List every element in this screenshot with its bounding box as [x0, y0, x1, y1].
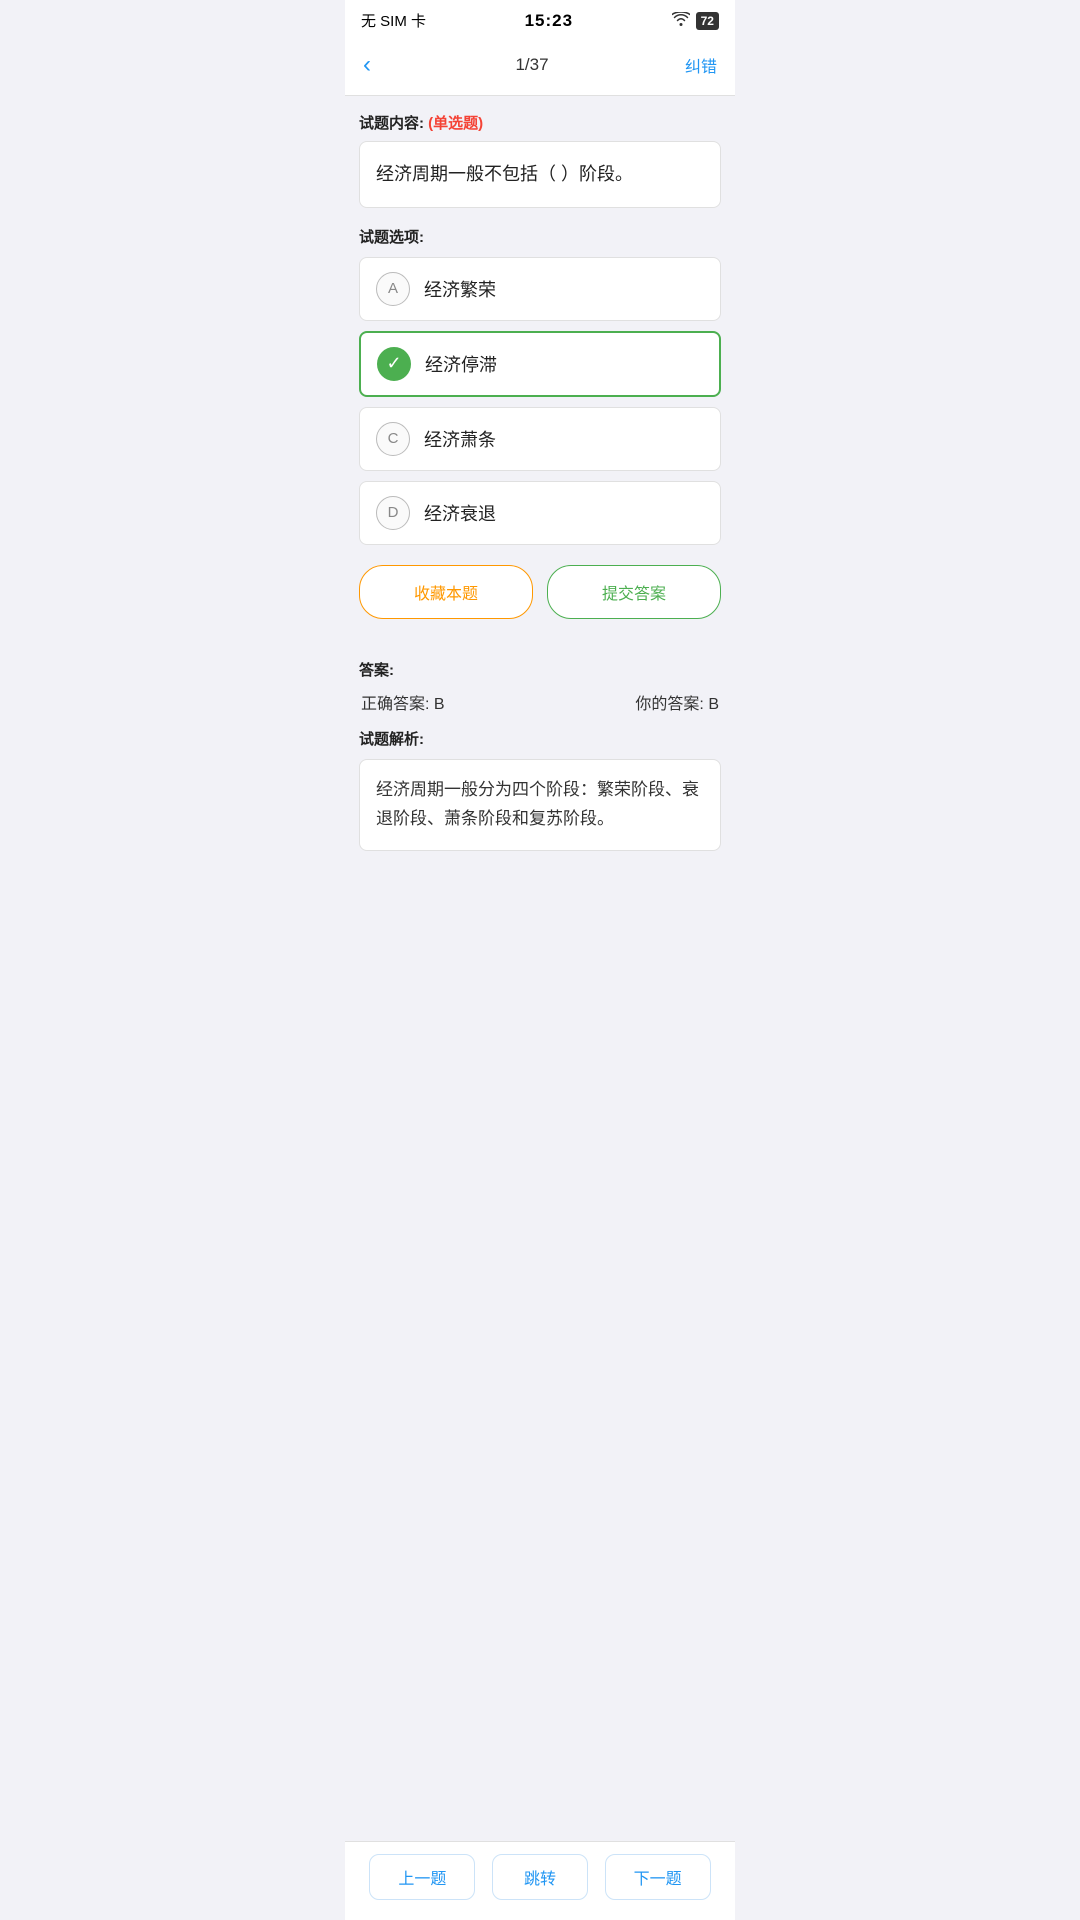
- prev-question-button[interactable]: 上一题: [369, 1854, 475, 1900]
- answer-row: 正确答案: B 你的答案: B: [359, 690, 721, 714]
- your-answer: 你的答案: B: [635, 690, 719, 714]
- answer-label: 答案:: [359, 659, 721, 680]
- status-bar: 无 SIM 卡 15:23 72: [345, 0, 735, 37]
- options-section-label: 试题选项:: [359, 226, 721, 247]
- action-buttons: 收藏本题 提交答案: [359, 565, 721, 619]
- nav-bar: ‹ 1/37 纠错: [345, 37, 735, 96]
- status-right: 72: [672, 12, 719, 30]
- option-a[interactable]: A 经济繁荣: [359, 257, 721, 321]
- option-c[interactable]: C 经济萧条: [359, 407, 721, 471]
- correct-answer: 正确答案: B: [361, 690, 445, 714]
- answer-section: 答案: 正确答案: B 你的答案: B: [359, 645, 721, 714]
- collect-button[interactable]: 收藏本题: [359, 565, 533, 619]
- jump-button[interactable]: 跳转: [492, 1854, 588, 1900]
- submit-button[interactable]: 提交答案: [547, 565, 721, 619]
- back-button[interactable]: ‹: [363, 49, 379, 81]
- option-b[interactable]: ✓ 经济停滞: [359, 331, 721, 397]
- divider: [345, 637, 735, 645]
- battery-indicator: 72: [696, 12, 719, 30]
- option-d-text: 经济衰退: [424, 500, 496, 526]
- option-d-circle: D: [376, 496, 410, 530]
- wifi-icon: [672, 12, 690, 29]
- carrier-text: 无 SIM 卡: [361, 10, 426, 31]
- main-content: 试题内容: (单选题) 经济周期一般不包括（ ）阶段。 试题选项: A 经济繁荣…: [345, 96, 735, 957]
- progress-indicator: 1/37: [515, 55, 548, 75]
- option-b-text: 经济停滞: [425, 351, 497, 377]
- bottom-nav: 上一题 跳转 下一题: [345, 1841, 735, 1920]
- option-d[interactable]: D 经济衰退: [359, 481, 721, 545]
- error-report-button[interactable]: 纠错: [685, 53, 717, 77]
- next-question-button[interactable]: 下一题: [605, 1854, 711, 1900]
- analysis-label: 试题解析:: [359, 728, 721, 749]
- question-section-label: 试题内容: (单选题): [359, 112, 721, 133]
- option-b-circle: ✓: [377, 347, 411, 381]
- option-a-text: 经济繁荣: [424, 276, 496, 302]
- option-a-circle: A: [376, 272, 410, 306]
- time-text: 15:23: [525, 11, 573, 31]
- option-c-circle: C: [376, 422, 410, 456]
- option-c-text: 经济萧条: [424, 426, 496, 452]
- analysis-text: 经济周期一般分为四个阶段：繁荣阶段、衰退阶段、萧条阶段和复苏阶段。: [359, 759, 721, 851]
- question-type-badge: (单选题): [428, 115, 483, 132]
- question-text: 经济周期一般不包括（ ）阶段。: [359, 141, 721, 208]
